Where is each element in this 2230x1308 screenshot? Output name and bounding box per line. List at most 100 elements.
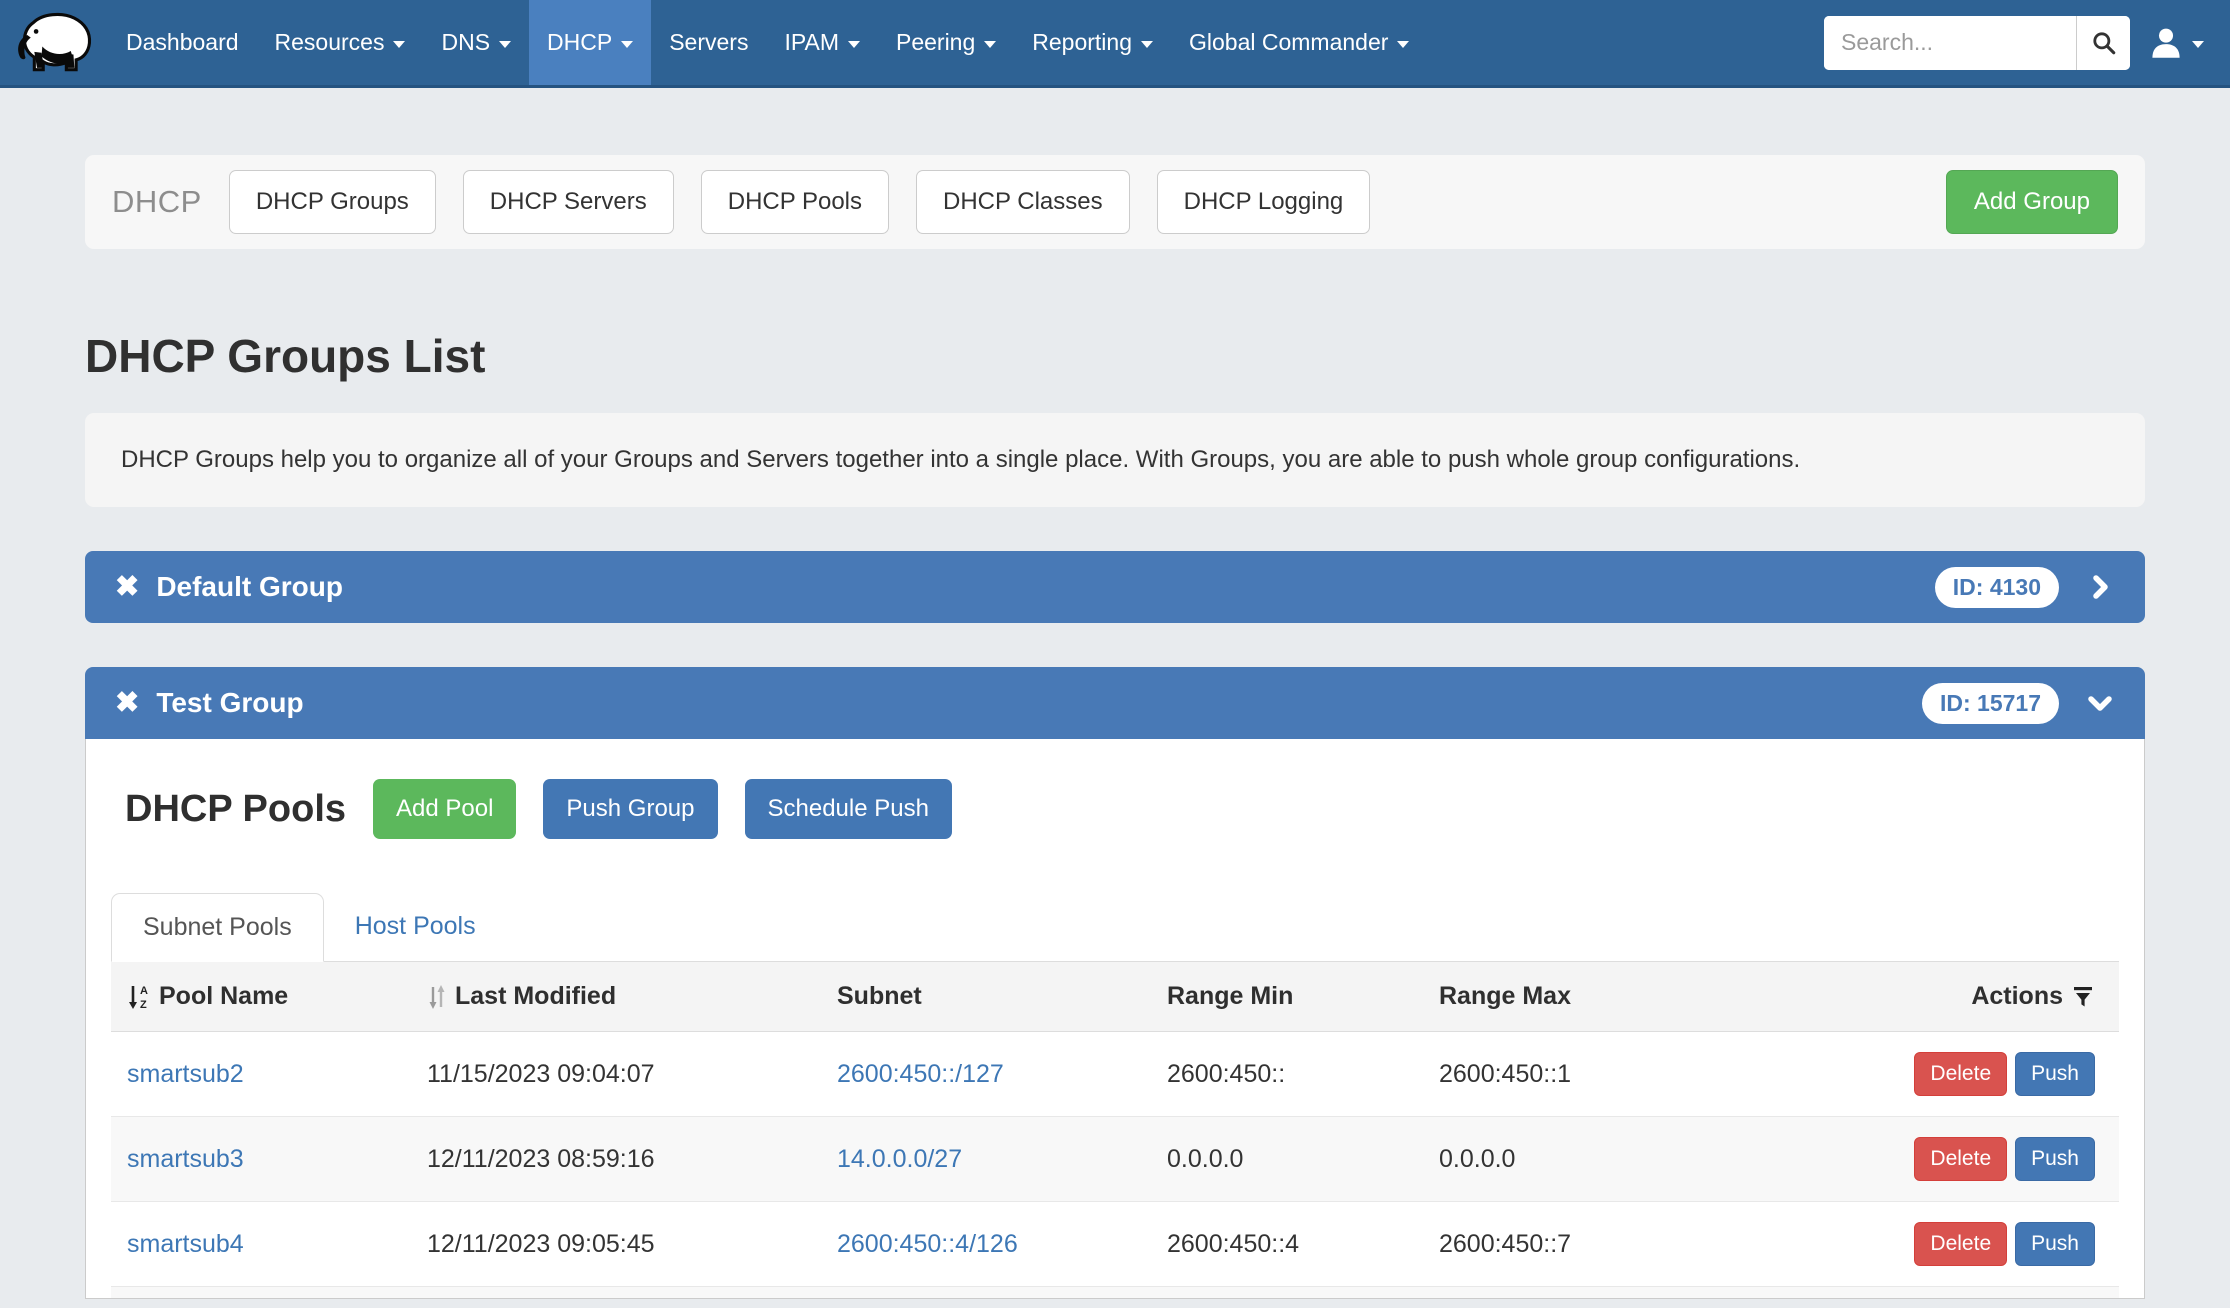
range-max-cell: 2600:450::1 xyxy=(1423,1032,1881,1117)
chevron-down-icon xyxy=(621,41,633,48)
range-min-cell: 2600:450:: xyxy=(1151,1032,1423,1117)
pools-title: DHCP Pools xyxy=(125,788,346,831)
user-menu[interactable] xyxy=(2150,26,2204,60)
last-modified-cell: 11/15/2023 09:33:29 xyxy=(411,1287,821,1300)
toolbar-dhcp-classes-button[interactable]: DHCP Classes xyxy=(916,170,1130,234)
range-max-cell: 172.16.3.255 xyxy=(1423,1287,1881,1300)
sort-updown-icon[interactable] xyxy=(427,984,447,1010)
add-pool-button[interactable]: Add Pool xyxy=(373,779,516,839)
chevron-down-icon xyxy=(2192,41,2204,48)
push-button[interactable]: Push xyxy=(2015,1052,2095,1096)
tab-subnet-pools[interactable]: Subnet Pools xyxy=(111,893,324,962)
col-header-pool-name[interactable]: Pool Name xyxy=(159,982,288,1011)
last-modified-cell: 12/11/2023 09:05:45 xyxy=(411,1202,821,1287)
toolbar-dhcp-groups-button[interactable]: DHCP Groups xyxy=(229,170,436,234)
toolbar-dhcp-servers-button[interactable]: DHCP Servers xyxy=(463,170,674,234)
page-title: DHCP Groups List xyxy=(85,329,2145,383)
table-row: smartsub2 11/15/2023 09:04:07 2600:450::… xyxy=(111,1032,2119,1117)
delete-group-icon[interactable]: ✖ xyxy=(115,573,139,602)
search-button[interactable] xyxy=(2076,16,2130,70)
toolbar-dhcp-pools-button[interactable]: DHCP Pools xyxy=(701,170,889,234)
push-button[interactable]: Push xyxy=(2015,1137,2095,1181)
schedule-push-button[interactable]: Schedule Push xyxy=(745,779,952,839)
group-header-test[interactable]: ✖ Test Group ID: 15717 xyxy=(85,667,2145,739)
nav-item-resources[interactable]: Resources xyxy=(257,0,424,85)
svg-text:A: A xyxy=(140,985,148,997)
pool-name-link[interactable]: smartsub2 xyxy=(127,1060,244,1088)
nav-item-servers[interactable]: Servers xyxy=(651,0,766,85)
pool-name-link[interactable]: smartsub3 xyxy=(127,1145,244,1173)
filter-icon[interactable] xyxy=(2071,984,2095,1009)
nav-item-reporting[interactable]: Reporting xyxy=(1014,0,1171,85)
group-header-default[interactable]: ✖ Default Group ID: 4130 xyxy=(85,551,2145,623)
nav-item-ipam[interactable]: IPAM xyxy=(766,0,878,85)
chevron-down-icon xyxy=(1397,41,1409,48)
nav-menu: Dashboard Resources DNS DHCP Servers IPA… xyxy=(108,0,1427,85)
delete-button[interactable]: Delete xyxy=(1914,1137,2007,1181)
subnet-link[interactable]: 14.0.0.0/27 xyxy=(837,1145,962,1173)
toolbar-buttons: DHCP Groups DHCP Servers DHCP Pools DHCP… xyxy=(202,170,1370,234)
delete-button[interactable]: Delete xyxy=(1914,1222,2007,1266)
page-description: DHCP Groups help you to organize all of … xyxy=(85,413,2145,507)
chevron-down-icon[interactable] xyxy=(2085,688,2115,718)
add-group-button[interactable]: Add Group xyxy=(1946,170,2118,234)
chevron-down-icon xyxy=(393,41,405,48)
nav-item-global-commander[interactable]: Global Commander xyxy=(1171,0,1427,85)
subnet-link[interactable]: 2600:450::4/126 xyxy=(837,1230,1018,1258)
sort-alpha-down-icon[interactable]: A Z xyxy=(127,983,151,1010)
group-name: Default Group xyxy=(156,571,343,603)
chevron-down-icon xyxy=(984,41,996,48)
nav-item-peering[interactable]: Peering xyxy=(878,0,1014,85)
last-modified-cell: 12/11/2023 08:59:16 xyxy=(411,1117,821,1202)
user-icon xyxy=(2150,26,2182,60)
col-header-actions: Actions xyxy=(1971,982,2063,1011)
push-group-button[interactable]: Push Group xyxy=(543,779,717,839)
range-min-cell: 0.0.0.0 xyxy=(1151,1117,1423,1202)
search-group xyxy=(1824,16,2130,70)
svg-text:Z: Z xyxy=(140,999,147,1010)
nav-item-dashboard[interactable]: Dashboard xyxy=(108,0,257,85)
group-name: Test Group xyxy=(156,687,303,719)
toolbar-dhcp-logging-button[interactable]: DHCP Logging xyxy=(1157,170,1371,234)
dhcp-toolbar: DHCP DHCP Groups DHCP Servers DHCP Pools… xyxy=(85,155,2145,249)
range-max-cell: 0.0.0.0 xyxy=(1423,1117,1881,1202)
search-input[interactable] xyxy=(1824,16,2076,70)
range-max-cell: 2600:450::7 xyxy=(1423,1202,1881,1287)
group-id-badge: ID: 15717 xyxy=(1922,683,2059,724)
pool-name-link[interactable]: smartsub4 xyxy=(127,1230,244,1258)
section-label: DHCP xyxy=(112,184,202,220)
table-row: smartsub4 12/11/2023 09:05:45 2600:450::… xyxy=(111,1202,2119,1287)
nav-item-dhcp[interactable]: DHCP xyxy=(529,0,651,85)
mammoth-logo[interactable] xyxy=(0,0,108,85)
col-header-range-min[interactable]: Range Min xyxy=(1167,982,1293,1011)
pool-tabs: Subnet Pools Host Pools xyxy=(111,893,2119,962)
table-row: smartsub5 11/15/2023 09:33:29 172.16.3.0… xyxy=(111,1287,2119,1300)
tab-host-pools[interactable]: Host Pools xyxy=(324,893,507,961)
chevron-down-icon xyxy=(499,41,511,48)
navbar-right xyxy=(1824,0,2230,85)
pools-table: A Z Pool Name xyxy=(111,962,2119,1299)
col-header-range-max[interactable]: Range Max xyxy=(1439,982,1571,1011)
last-modified-cell: 11/15/2023 09:04:07 xyxy=(411,1032,821,1117)
range-min-cell: 172.16.3.0 xyxy=(1151,1287,1423,1300)
delete-button[interactable]: Delete xyxy=(1914,1052,2007,1096)
push-button[interactable]: Push xyxy=(2015,1222,2095,1266)
chevron-right-icon[interactable] xyxy=(2085,572,2115,602)
chevron-down-icon xyxy=(848,41,860,48)
table-header-row: A Z Pool Name xyxy=(111,962,2119,1032)
search-icon xyxy=(2091,30,2117,56)
mammoth-icon xyxy=(12,11,94,75)
group-id-badge: ID: 4130 xyxy=(1935,567,2059,608)
col-header-subnet[interactable]: Subnet xyxy=(837,982,922,1011)
range-min-cell: 2600:450::4 xyxy=(1151,1202,1423,1287)
subnet-link[interactable]: 2600:450::/127 xyxy=(837,1060,1004,1088)
col-header-last-modified[interactable]: Last Modified xyxy=(455,982,616,1011)
table-row: smartsub3 12/11/2023 08:59:16 14.0.0.0/2… xyxy=(111,1117,2119,1202)
group-test: ✖ Test Group ID: 15717 DHCP Pools Add Po… xyxy=(85,667,2145,1299)
pools-head: DHCP Pools Add Pool Push Group Schedule … xyxy=(111,779,2119,839)
navbar: Dashboard Resources DNS DHCP Servers IPA… xyxy=(0,0,2230,88)
nav-item-dns[interactable]: DNS xyxy=(423,0,529,85)
delete-group-icon[interactable]: ✖ xyxy=(115,689,139,718)
pools-panel: DHCP Pools Add Pool Push Group Schedule … xyxy=(85,739,2145,1299)
group-default: ✖ Default Group ID: 4130 xyxy=(85,551,2145,623)
